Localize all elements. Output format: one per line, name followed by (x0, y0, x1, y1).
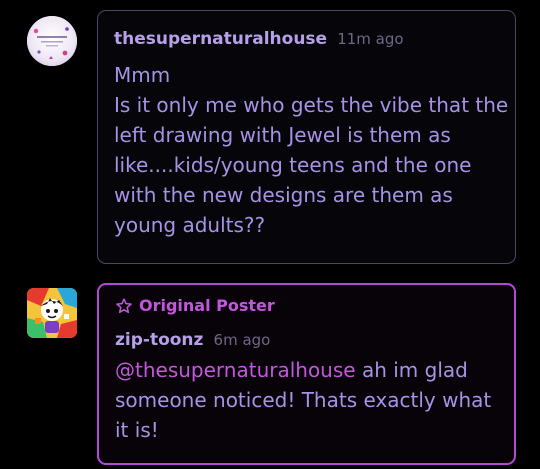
profile-avatar-icon (27, 16, 77, 66)
avatar[interactable] (27, 16, 77, 66)
timestamp: 6m ago (213, 331, 271, 349)
username[interactable]: zip-toonz (115, 330, 203, 350)
timestamp: 11m ago (337, 30, 404, 48)
comment-bubble: thesupernaturalhouse 11m ago Mmm Is it o… (97, 10, 516, 264)
star-icon (116, 297, 132, 313)
comment-text: Mmm Is it only me who gets the vibe that… (114, 63, 509, 237)
avatar[interactable] (27, 288, 77, 338)
comment-bubble-op: Original Poster zip-toonz 6m ago @thesup… (97, 283, 516, 465)
comment-header: thesupernaturalhouse 11m ago (114, 29, 404, 49)
original-poster-badge: Original Poster (115, 296, 275, 315)
comment-header: zip-toonz 6m ago (115, 330, 270, 350)
comment-thread: thesupernaturalhouse 11m ago Mmm Is it o… (0, 0, 540, 469)
badge-label: Original Poster (139, 296, 275, 315)
profile-avatar-icon (27, 288, 77, 338)
user-mention-link[interactable]: @thesupernaturalhouse (115, 358, 356, 382)
comment-text: @thesupernaturalhouse ah im glad someone… (115, 355, 510, 445)
username[interactable]: thesupernaturalhouse (114, 29, 327, 49)
